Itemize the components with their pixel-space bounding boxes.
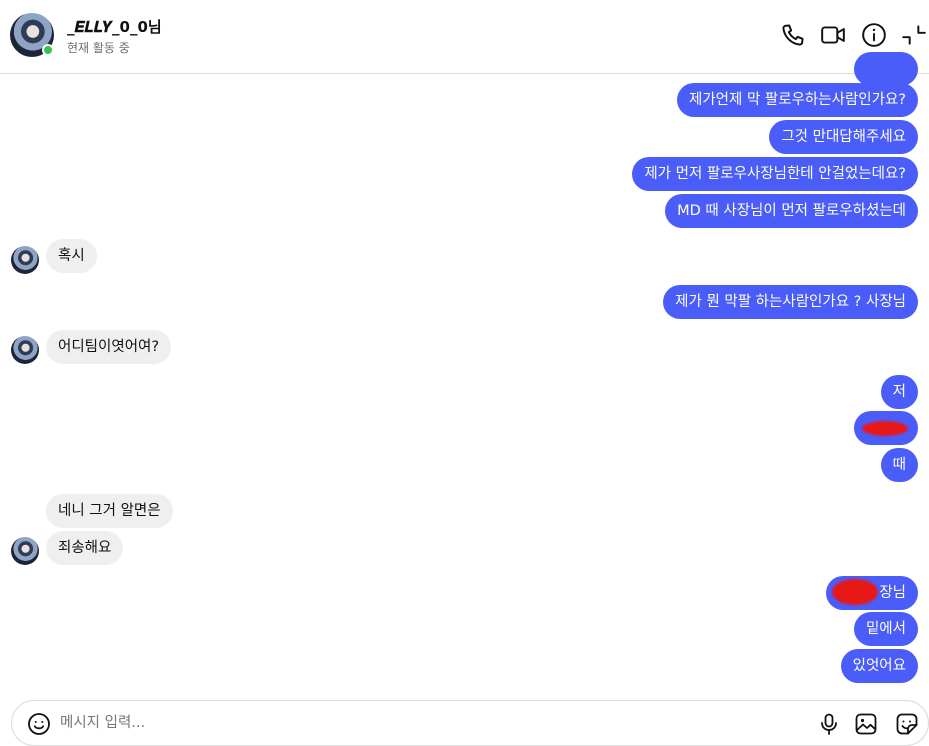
message-bubble-outgoing[interactable]: 제가언제 막 팔로우하는사람인가요?	[676, 83, 918, 117]
message-bubble-outgoing[interactable]: 저	[880, 375, 918, 409]
message-bubble-outgoing[interactable]: MD 때 사장님이 먼저 팔로우하셨는데	[665, 194, 918, 228]
chat-header: _𝑬𝑳𝑳𝒀_0_0님 현재 활동 중	[0, 0, 929, 74]
message-bubble-incoming[interactable]: 죄송해요	[46, 531, 124, 565]
activity-status: 현재 활동 중	[67, 41, 130, 55]
message-bubble-outgoing[interactable]: 제가 뭔 막팔 하는사람인가요 ? 사장님	[663, 285, 918, 319]
video-icon[interactable]	[820, 22, 846, 48]
message-bubble-incoming[interactable]: 어디팀이엿어여?	[46, 330, 172, 364]
red-scribble-redaction	[862, 421, 908, 436]
info-icon[interactable]	[861, 22, 887, 48]
message-bubble-outgoing[interactable]: 그것 만대답해주세요	[769, 120, 918, 154]
emoji-icon[interactable]	[26, 711, 52, 737]
sticker-icon[interactable]	[894, 711, 920, 737]
chat-username[interactable]: _𝑬𝑳𝑳𝒀_0_0님	[67, 16, 162, 37]
red-scribble-redaction	[832, 579, 878, 605]
sender-avatar[interactable]	[11, 537, 39, 565]
sender-avatar[interactable]	[11, 246, 39, 274]
dm-window: _𝑬𝑳𝑳𝒀_0_0님 현재 활동 중 제가언제 막 팔로우하는사람인가요? 그것…	[0, 0, 929, 746]
message-bubble-outgoing[interactable]: 밑에서	[853, 612, 918, 646]
message-bubble-outgoing[interactable]: 있엇어요	[840, 649, 918, 683]
microphone-icon[interactable]	[816, 711, 842, 737]
image-icon[interactable]	[853, 711, 879, 737]
sender-avatar[interactable]	[11, 336, 39, 364]
online-indicator	[42, 44, 54, 56]
message-bubble-outgoing[interactable]: 때	[880, 448, 918, 482]
message-bubble-outgoing[interactable]: 제가 먼저 팔로우사장님한테 안걸었는데요?	[632, 157, 918, 191]
phone-icon[interactable]	[780, 22, 806, 48]
message-composer	[11, 700, 929, 746]
message-input[interactable]	[60, 711, 760, 735]
message-bubble-incoming[interactable]: 혹시	[46, 239, 97, 273]
message-bubble-incoming[interactable]: 네니 그거 알면은	[46, 494, 173, 528]
message-bubble-outgoing[interactable]	[854, 52, 918, 86]
minimize-icon[interactable]	[901, 22, 927, 48]
